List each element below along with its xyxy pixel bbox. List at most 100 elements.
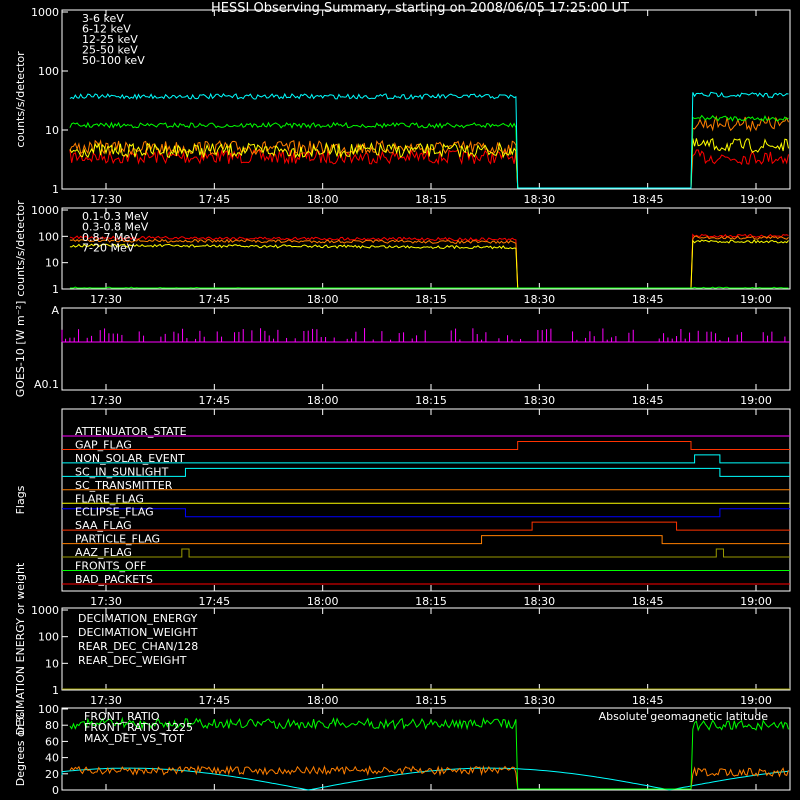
x-tick-label: 18:45 (632, 394, 664, 407)
x-tick-label: 18:30 (523, 193, 555, 206)
y-tick-label: A0.1 (34, 378, 59, 391)
flag-label: FLARE_FLAG (75, 492, 144, 505)
goes-panel: GOES-10 [W m⁻²] A A0.1 17:30 17:45 18:00 18:15… (14, 301, 791, 407)
x-tick-label: 19:00 (740, 394, 772, 407)
y-axis-label: Flags (14, 485, 27, 514)
panel-frame (61, 9, 791, 190)
flag-line (62, 440, 790, 450)
x-tick-label: 17:30 (90, 193, 122, 206)
flag-line (62, 548, 790, 558)
y-tick-label: 40 (45, 752, 59, 765)
y-tick-label: 10 (45, 657, 59, 670)
x-tick-label: 19:00 (740, 595, 772, 608)
y-tick-label: 100 (38, 703, 59, 716)
flag-line (62, 467, 790, 477)
x-tick-label: 18:15 (415, 595, 447, 608)
y-tick-label: 1 (52, 283, 59, 296)
x-tick-label: 18:00 (307, 193, 339, 206)
flag-line (62, 521, 790, 531)
legend-entry: REAR_DEC_WEIGHT (78, 654, 187, 667)
y-axis-label: DECIMATION ENERGY or weight (14, 562, 27, 735)
y-axis-label: GOES-10 [W m⁻²] (14, 301, 27, 397)
flag-label: PARTICLE_FLAG (75, 533, 160, 546)
flag-label: SC_TRANSMITTER (75, 479, 173, 492)
legend-entry: DECIMATION_WEIGHT (78, 626, 198, 639)
x-tick-label: 18:00 (307, 694, 339, 707)
x-tick-label: 18:30 (523, 694, 555, 707)
flag-label: SAA_FLAG (75, 519, 132, 532)
x-tick-label: 18:30 (523, 394, 555, 407)
y-tick-label: 100 (38, 230, 59, 243)
summary-plot: HESSI Observing Summary, starting on 200… (14, 1, 791, 797)
x-tick-label: 17:30 (90, 293, 122, 306)
y-tick-label: 1000 (31, 6, 59, 19)
x-tick-label: 17:45 (198, 193, 230, 206)
y-tick-label: A (51, 304, 59, 317)
x-tick-label: 18:15 (415, 193, 447, 206)
series-line (69, 233, 789, 289)
flag-label: FRONTS_OFF (75, 560, 146, 573)
legend-entry: 7-20 MeV (82, 242, 135, 255)
x-tick-label: 17:45 (198, 595, 230, 608)
series-line (69, 115, 789, 189)
panel-frame (61, 207, 791, 290)
y-tick-label: 100 (38, 65, 59, 78)
y-tick-label: 60 (45, 735, 59, 748)
panel-frame (61, 307, 791, 391)
series-line (69, 235, 789, 289)
y-tick-label: 0 (52, 784, 59, 797)
x-tick-label: 18:00 (307, 394, 339, 407)
x-tick-label: 18:00 (307, 293, 339, 306)
x-tick-label: 18:30 (523, 595, 555, 608)
legend-entry: Absolute geomagnetic latitude (599, 710, 769, 723)
legend-entry: MAX_DET_VS_TOT (84, 732, 184, 745)
x-tick-label: 18:15 (415, 694, 447, 707)
x-tick-label: 17:30 (90, 394, 122, 407)
series-line (69, 137, 789, 189)
x-tick-label: 18:45 (632, 293, 664, 306)
y-tick-label: 100 (38, 631, 59, 644)
flag-label: AAZ_FLAG (75, 546, 132, 559)
x-tick-label: 18:45 (632, 694, 664, 707)
x-tick-label: 17:30 (90, 694, 122, 707)
high-energy-panel: counts/s/detector 1000 100 10 1 17:30 17:45 18:… (14, 200, 791, 306)
y-axis-label: counts/s/detector (14, 51, 27, 148)
y-tick-label: 10 (45, 124, 59, 137)
series-line (69, 91, 789, 189)
series-line (69, 239, 789, 289)
x-tick-label: 18:30 (523, 293, 555, 306)
x-tick-label: 18:45 (632, 193, 664, 206)
y-tick-label: 80 (45, 719, 59, 732)
y-tick-label: 20 (45, 768, 59, 781)
y-axis-label: counts/s/detector (14, 200, 27, 297)
legend-entry: DECIMATION_ENERGY (78, 612, 198, 625)
x-tick-label: 18:15 (415, 293, 447, 306)
flag-label: GAP_FLAG (75, 438, 132, 451)
x-tick-label: 17:45 (198, 394, 230, 407)
x-tick-label: 18:00 (307, 595, 339, 608)
flag-label: BAD_PACKETS (75, 573, 153, 586)
x-tick-label: 18:15 (415, 394, 447, 407)
flags-panel: Flags 17:30 17:45 18:00 18:15 18:30 18:45 19:00… (14, 408, 791, 608)
x-tick-label: 17:45 (198, 293, 230, 306)
flag-label: SC_IN_SUNLIGHT (75, 465, 169, 478)
plot-title: HESSI Observing Summary, starting on 200… (211, 1, 629, 16)
y-tick-label: 1000 (31, 204, 59, 217)
ratio-panel: Degrees or %100806040200FRONT_RATIOFRONT… (14, 703, 791, 797)
y-axis-label: Degrees or % (14, 712, 27, 786)
flag-label: ECLIPSE_FLAG (75, 506, 154, 519)
y-tick-label: 1000 (31, 604, 59, 617)
y-tick-label: 10 (45, 257, 59, 270)
legend-entry: 50-100 keV (82, 54, 145, 67)
x-tick-label: 17:30 (90, 595, 122, 608)
series-line (69, 764, 789, 790)
y-tick-label: 1 (52, 183, 59, 196)
flag-line (62, 508, 790, 518)
x-tick-label: 18:45 (632, 595, 664, 608)
x-tick-label: 19:00 (740, 293, 772, 306)
flag-label: NON_SOLAR_EVENT (75, 452, 185, 465)
x-tick-label: 19:00 (740, 694, 772, 707)
series-line (69, 286, 789, 289)
flag-label: ATTENUATOR_STATE (75, 425, 187, 438)
legend-entry: REAR_DEC_CHAN/128 (78, 640, 198, 653)
